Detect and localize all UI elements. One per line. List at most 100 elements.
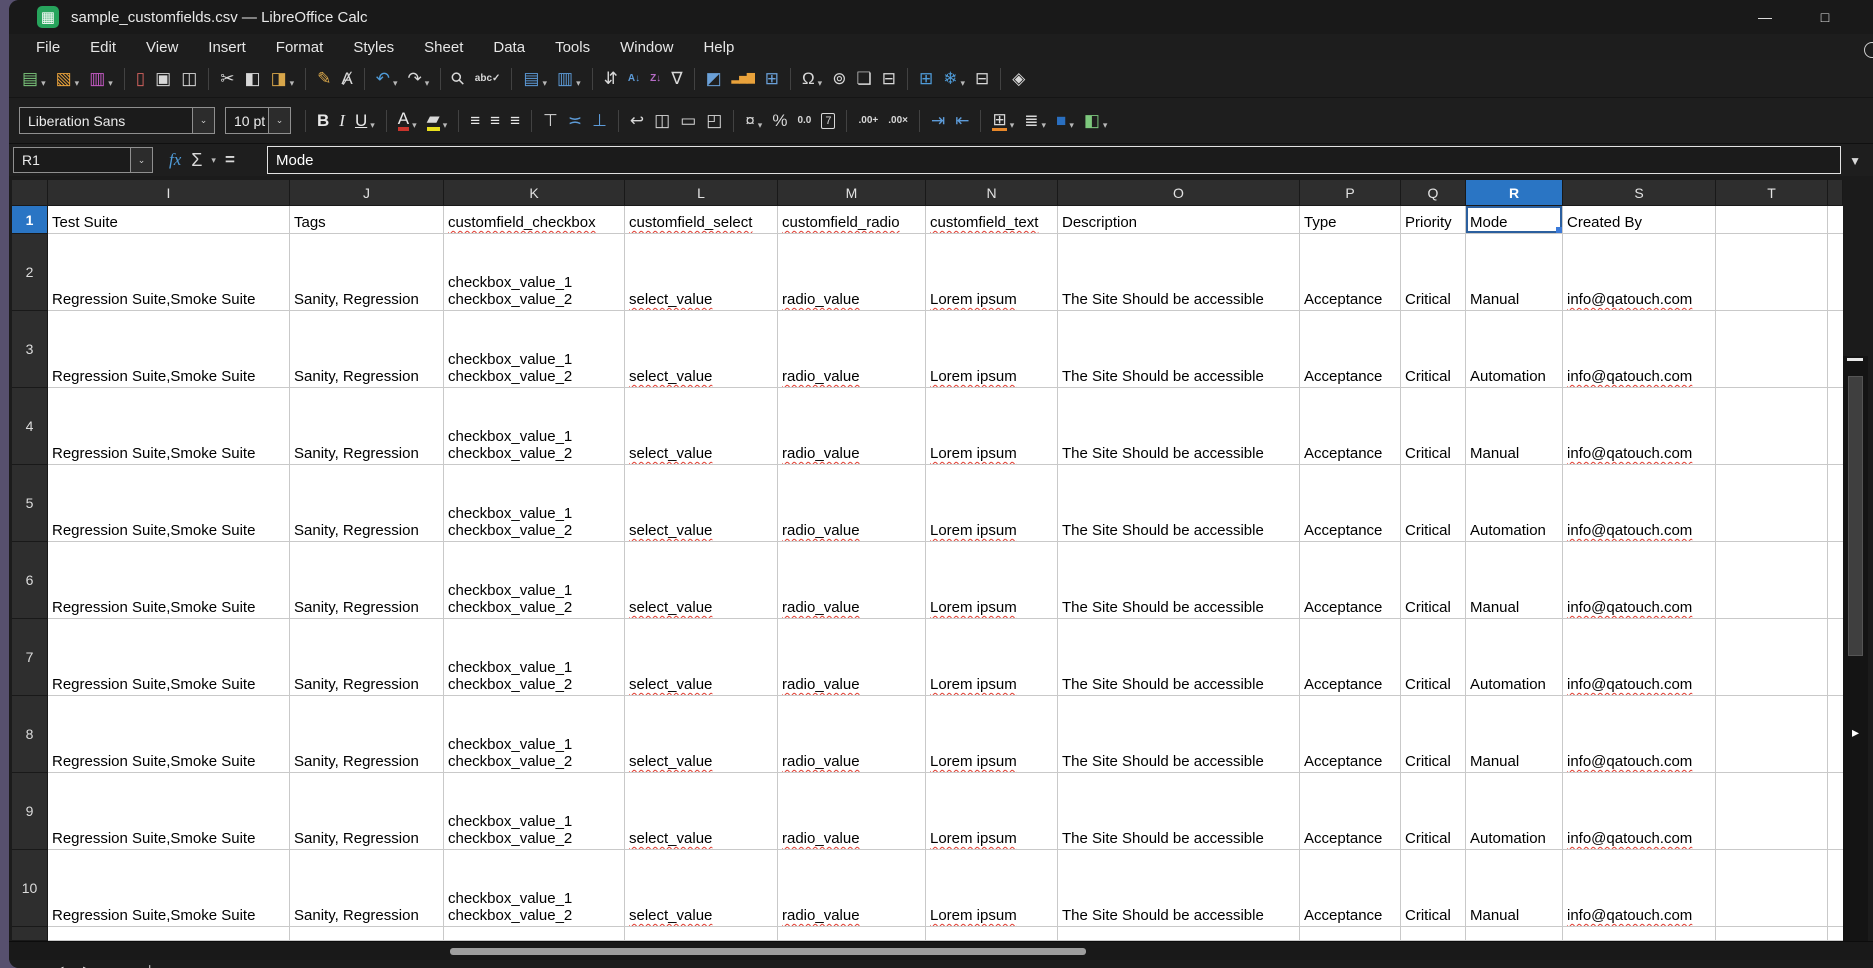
- sort-ascending-button[interactable]: A↓: [624, 67, 644, 91]
- cell-R3[interactable]: Automation: [1466, 311, 1563, 388]
- cell-S4[interactable]: info@qatouch.com: [1563, 388, 1716, 465]
- cell-K-partial[interactable]: [444, 927, 625, 941]
- unmerge-cells-button[interactable]: ◰: [702, 108, 726, 134]
- cell-T10[interactable]: [1716, 850, 1828, 927]
- cell-P4[interactable]: Acceptance: [1300, 388, 1401, 465]
- border-style-dropdown-icon[interactable]: ▾: [1042, 119, 1047, 131]
- cell-K3[interactable]: checkbox_value_1 checkbox_value_2: [444, 311, 625, 388]
- menu-edit[interactable]: Edit: [77, 37, 129, 58]
- cell-O6[interactable]: The Site Should be accessible: [1058, 542, 1300, 619]
- row-header-10[interactable]: 10: [12, 850, 48, 927]
- cell-O-partial[interactable]: [1058, 927, 1300, 941]
- cell-J6[interactable]: Sanity, Regression: [290, 542, 444, 619]
- insert-hyperlink-button[interactable]: ⊚: [828, 66, 850, 92]
- wrap-text-button[interactable]: ↩: [626, 108, 648, 134]
- print-button[interactable]: ▣: [151, 66, 175, 92]
- row-header-7[interactable]: 7: [12, 619, 48, 696]
- font-name-dropdown-icon[interactable]: ⌄: [192, 108, 214, 133]
- highlighting-color-dropdown-icon[interactable]: ▾: [443, 119, 448, 131]
- cell-K2[interactable]: checkbox_value_1 checkbox_value_2: [444, 234, 625, 311]
- cell-R4[interactable]: Manual: [1466, 388, 1563, 465]
- align-top-button[interactable]: ⊤: [539, 108, 562, 134]
- cell-I8[interactable]: Regression Suite,Smoke Suite: [48, 696, 290, 773]
- delete-decimal-button[interactable]: .00×: [884, 109, 912, 133]
- cell-J3[interactable]: Sanity, Regression: [290, 311, 444, 388]
- cell-Q3[interactable]: Critical: [1401, 311, 1466, 388]
- name-box-dropdown-icon[interactable]: ⌄: [130, 148, 152, 172]
- row-header-8[interactable]: 8: [12, 696, 48, 773]
- insert-image-button[interactable]: ◩: [702, 66, 726, 92]
- row-header-5[interactable]: 5: [12, 465, 48, 542]
- column-header-Q[interactable]: Q: [1401, 180, 1466, 206]
- cell-T-partial[interactable]: [1716, 927, 1828, 941]
- cell-S6[interactable]: info@qatouch.com: [1563, 542, 1716, 619]
- number-format-button[interactable]: 0.0: [793, 109, 815, 133]
- column-header-O[interactable]: O: [1058, 180, 1300, 206]
- font-name-combobox[interactable]: Liberation Sans ⌄: [19, 107, 215, 134]
- row-header-partial[interactable]: [12, 927, 48, 941]
- center-vertically-button[interactable]: ≍: [564, 108, 586, 134]
- conditional-formatting-dropdown-icon[interactable]: ▾: [1103, 119, 1108, 131]
- sort-button[interactable]: ⇵: [600, 66, 622, 92]
- corner-select-all[interactable]: [12, 180, 48, 206]
- cell-J1[interactable]: Tags: [290, 206, 444, 234]
- formula-input[interactable]: [267, 146, 1841, 174]
- undo-dropdown-icon[interactable]: ▾: [393, 77, 398, 89]
- cell-K5[interactable]: checkbox_value_1 checkbox_value_2: [444, 465, 625, 542]
- cell-S5[interactable]: info@qatouch.com: [1563, 465, 1716, 542]
- export-pdf-button[interactable]: ▯: [132, 66, 149, 92]
- cell-M7[interactable]: radio_value: [778, 619, 926, 696]
- cell-M4[interactable]: radio_value: [778, 388, 926, 465]
- paste-button[interactable]: ◨ ▾: [267, 66, 299, 92]
- clear-formatting-button[interactable]: Ⱥ: [337, 66, 356, 92]
- cell-R1[interactable]: Mode: [1466, 206, 1563, 234]
- cell-T2[interactable]: [1716, 234, 1828, 311]
- cell-S9[interactable]: info@qatouch.com: [1563, 773, 1716, 850]
- cell-T5[interactable]: [1716, 465, 1828, 542]
- cell-Q1[interactable]: Priority: [1401, 206, 1466, 234]
- autosum-icon[interactable]: Σ: [191, 150, 202, 171]
- cell-O4[interactable]: The Site Should be accessible: [1058, 388, 1300, 465]
- function-wizard-icon[interactable]: fx: [169, 150, 181, 170]
- cell-Q4[interactable]: Critical: [1401, 388, 1466, 465]
- cell-K7[interactable]: checkbox_value_1 checkbox_value_2: [444, 619, 625, 696]
- cell-J5[interactable]: Sanity, Regression: [290, 465, 444, 542]
- cell-L1[interactable]: customfield_select: [625, 206, 778, 234]
- cell-N1[interactable]: customfield_text: [926, 206, 1058, 234]
- cell-L8[interactable]: select_value: [625, 696, 778, 773]
- cell-R2[interactable]: Manual: [1466, 234, 1563, 311]
- cell-J-partial[interactable]: [290, 927, 444, 941]
- new-document-dropdown-icon[interactable]: ▾: [41, 77, 46, 89]
- align-right-button[interactable]: ≡: [506, 108, 524, 134]
- minimize-button[interactable]: —: [1757, 9, 1773, 25]
- currency-format-dropdown-icon[interactable]: ▾: [758, 119, 763, 131]
- column-header-J[interactable]: J: [290, 180, 444, 206]
- merge-and-center-button[interactable]: ◫: [650, 108, 674, 134]
- cell-Q8[interactable]: Critical: [1401, 696, 1466, 773]
- cell-I6[interactable]: Regression Suite,Smoke Suite: [48, 542, 290, 619]
- cell-M-partial[interactable]: [778, 927, 926, 941]
- cell-Q6[interactable]: Critical: [1401, 542, 1466, 619]
- font-color-dropdown-icon[interactable]: ▾: [412, 119, 417, 131]
- horizontal-scrollbar-thumb[interactable]: [450, 948, 1086, 955]
- cell-Q10[interactable]: Critical: [1401, 850, 1466, 927]
- undo-button[interactable]: ↶ ▾: [372, 66, 402, 92]
- cell-R5[interactable]: Automation: [1466, 465, 1563, 542]
- expand-formula-bar-icon[interactable]: ▼: [1849, 154, 1861, 168]
- cell-R10[interactable]: Manual: [1466, 850, 1563, 927]
- cell-K4[interactable]: checkbox_value_1 checkbox_value_2: [444, 388, 625, 465]
- cell-N6[interactable]: Lorem ipsum: [926, 542, 1058, 619]
- cell-L9[interactable]: select_value: [625, 773, 778, 850]
- cell-T1[interactable]: [1716, 206, 1828, 234]
- cell-P-partial[interactable]: [1300, 927, 1401, 941]
- split-window-button[interactable]: ⊟: [971, 66, 993, 92]
- cell-M9[interactable]: radio_value: [778, 773, 926, 850]
- cell-N-partial[interactable]: [926, 927, 1058, 941]
- column-header-N[interactable]: N: [926, 180, 1058, 206]
- cell-Q2[interactable]: Critical: [1401, 234, 1466, 311]
- cell-P9[interactable]: Acceptance: [1300, 773, 1401, 850]
- row-header-2[interactable]: 2: [12, 234, 48, 311]
- cell-K9[interactable]: checkbox_value_1 checkbox_value_2: [444, 773, 625, 850]
- italic-button[interactable]: I: [335, 108, 349, 134]
- column-header-I[interactable]: I: [48, 180, 290, 206]
